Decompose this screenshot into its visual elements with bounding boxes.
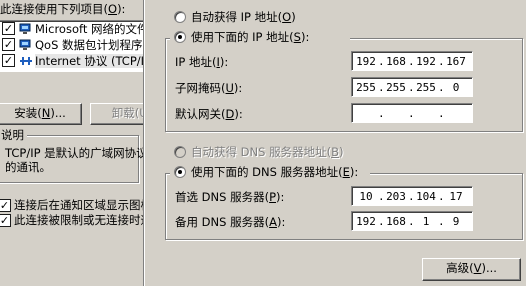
octet-separator: .: [408, 107, 415, 120]
description-title: 说明: [0, 128, 27, 142]
notify-label: 此连接被限制或无连接时通知我: [14, 213, 145, 227]
dns-octet: 104: [416, 190, 436, 203]
ip-address-field[interactable]: 192 . 168 . 192 . 167: [351, 51, 473, 71]
network-protocol-icon: [20, 57, 32, 65]
mask-octet: 255: [386, 81, 406, 94]
connection-properties-panel: 此连接使用下列项目(O): ✓ Microsoft 网络的文件 ✓ QoS 数据…: [0, 0, 145, 286]
components-label: 此连接使用下列项目(O):: [0, 2, 126, 16]
dns-octet: 203: [386, 190, 406, 203]
show-icon-label: 连接后在通知区域显示图标: [14, 198, 145, 212]
component-label: Internet 协议 (TCP/IP): [35, 54, 145, 68]
ip-address-label: IP 地址(I):: [175, 55, 229, 69]
octet-separator: .: [378, 107, 385, 120]
description-line-1: TCP/IP 是默认的广域网协议: [5, 146, 145, 160]
dns-octet: 9: [452, 215, 460, 228]
subnet-mask-field[interactable]: 255 . 255 . 255 . 0: [351, 77, 473, 97]
mask-octet: 255: [416, 81, 436, 94]
ip-octet: 192: [416, 55, 436, 68]
mask-octet: 255: [356, 81, 376, 94]
notify-checkbox[interactable]: ✓: [0, 214, 11, 227]
tcpip-properties-panel: 自动获得 IP 地址(O) 使用下面的 IP 地址(S): IP 地址(I): …: [145, 0, 526, 286]
mask-octet: 0: [452, 81, 460, 94]
checkbox-qos[interactable]: ✓: [2, 38, 15, 51]
dns-auto-label[interactable]: 自动获得 DNS 服务器地址(B): [191, 145, 343, 159]
dns-octet: 168: [386, 215, 406, 228]
component-label: Microsoft 网络的文件: [35, 22, 145, 36]
network-service-icon: [19, 39, 31, 50]
list-item[interactable]: ✓ Internet 协议 (TCP/IP): [0, 53, 145, 69]
uninstall-button[interactable]: 卸载(U): [90, 103, 145, 125]
dns-octet: 192: [356, 215, 376, 228]
ip-octet: 192: [356, 55, 376, 68]
components-list[interactable]: ✓ Microsoft 网络的文件 ✓ QoS 数据包计划程序 ✓ Intern…: [0, 20, 145, 72]
dns-manual-radio[interactable]: [174, 166, 186, 178]
list-item[interactable]: ✓ QoS 数据包计划程序: [0, 37, 143, 53]
dns-auto-radio[interactable]: [174, 146, 186, 158]
alternate-dns-label: 备用 DNS 服务器(A):: [175, 215, 286, 229]
alternate-dns-field[interactable]: 192 . 168 . 1 . 9: [351, 211, 473, 231]
dns-octet: 17: [449, 190, 463, 203]
show-icon-checkbox[interactable]: ✓: [0, 199, 11, 212]
install-button[interactable]: 安装(N)...: [0, 103, 82, 125]
ip-octet: 168: [386, 55, 406, 68]
octet-separator: .: [438, 107, 445, 120]
preferred-dns-field[interactable]: 10 . 203 . 104 . 17: [351, 186, 473, 206]
dns-octet: 1: [422, 215, 430, 228]
gateway-field[interactable]: . . .: [351, 103, 473, 123]
checkbox-tcpip[interactable]: ✓: [2, 54, 15, 67]
component-label: QoS 数据包计划程序: [35, 38, 143, 52]
ip-octet: 167: [446, 55, 466, 68]
ip-auto-radio[interactable]: [174, 11, 186, 23]
ip-auto-label[interactable]: 自动获得 IP 地址(O): [191, 10, 296, 24]
list-item[interactable]: ✓ Microsoft 网络的文件: [0, 21, 145, 37]
subnet-mask-label: 子网掩码(U):: [175, 81, 243, 95]
dns-manual-label[interactable]: 使用下面的 DNS 服务器地址(E):: [191, 165, 358, 179]
network-client-icon: [19, 23, 31, 34]
dns-octet: 10: [359, 190, 373, 203]
ip-manual-radio[interactable]: [174, 31, 186, 43]
ip-manual-label[interactable]: 使用下面的 IP 地址(S):: [191, 30, 309, 44]
advanced-button[interactable]: 高级(V)...: [422, 258, 521, 281]
gateway-label: 默认网关(D):: [175, 107, 243, 121]
checkbox-file-sharing[interactable]: ✓: [2, 22, 15, 35]
preferred-dns-label: 首选 DNS 服务器(P):: [175, 190, 285, 204]
description-line-2: 的通讯。: [5, 160, 51, 174]
